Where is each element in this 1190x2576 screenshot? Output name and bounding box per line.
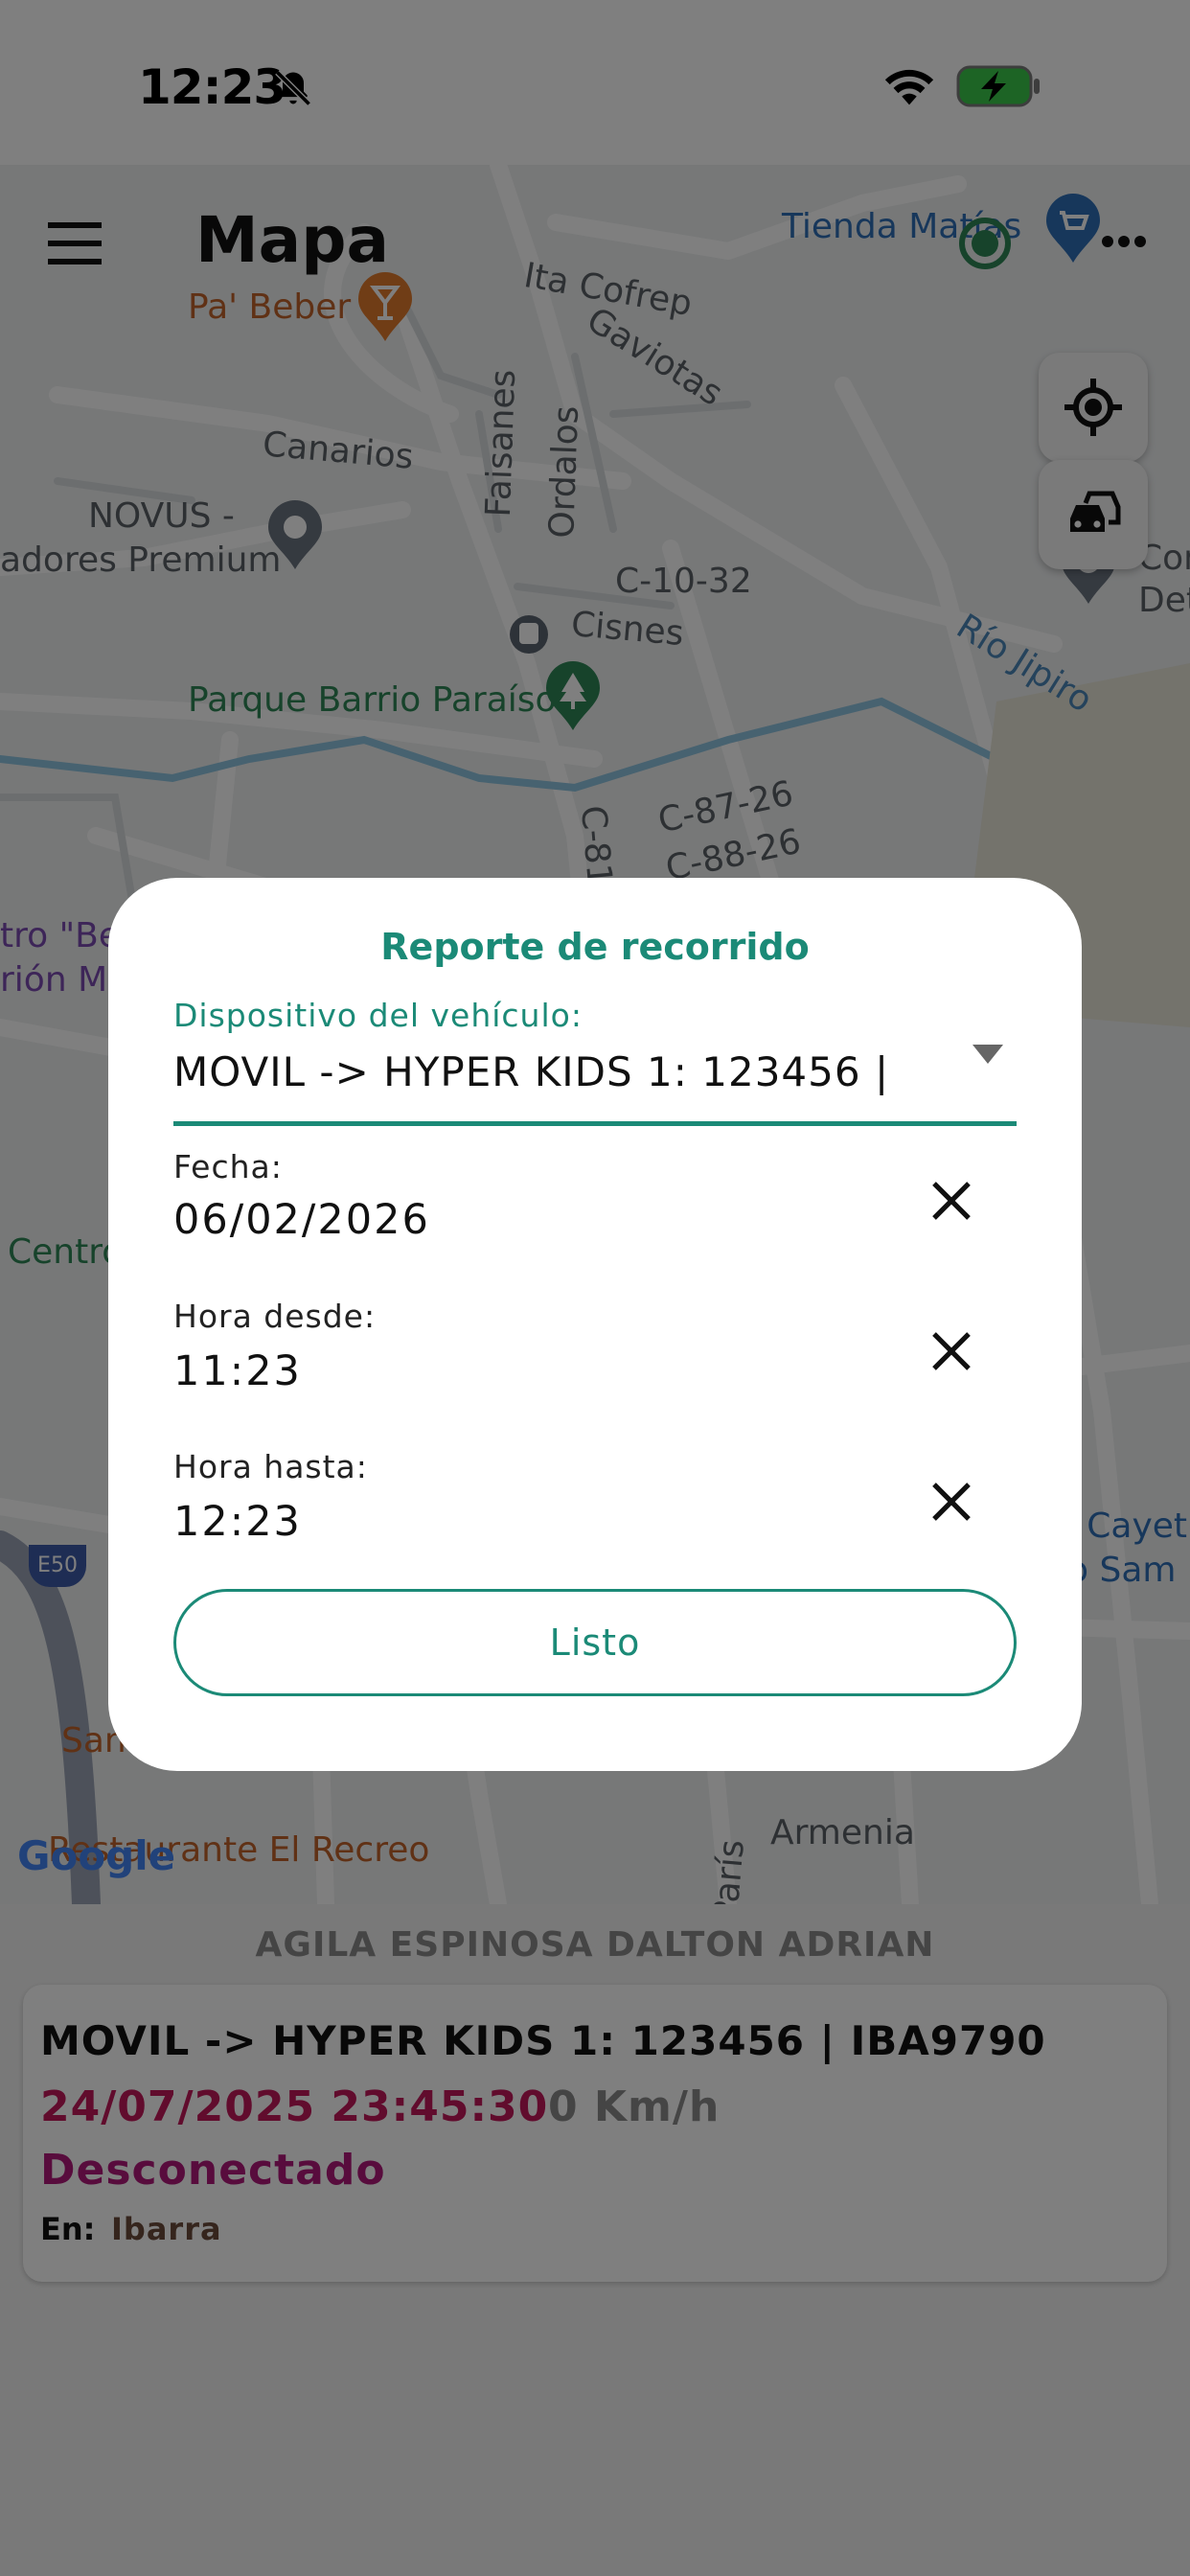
close-icon[interactable] — [928, 1479, 974, 1525]
close-icon[interactable] — [928, 1178, 974, 1224]
dialog-title: Reporte de recorrido — [380, 926, 810, 968]
device-dropdown-label: Dispositivo del vehículo: — [173, 997, 583, 1034]
time-to-label: Hora hasta: — [173, 1448, 368, 1485]
date-field-value[interactable]: 06/02/2026 — [173, 1196, 430, 1244]
device-dropdown-value[interactable]: MOVIL -> HYPER KIDS 1: 123456 | — [173, 1048, 889, 1095]
time-from-value[interactable]: 11:23 — [173, 1347, 302, 1395]
dropdown-arrow-icon[interactable] — [971, 1043, 1005, 1066]
time-to-value[interactable]: 12:23 — [173, 1498, 302, 1546]
date-field-label: Fecha: — [173, 1148, 283, 1185]
time-from-label: Hora desde: — [173, 1298, 377, 1335]
done-button[interactable]: Listo — [173, 1589, 1017, 1696]
close-icon[interactable] — [928, 1328, 974, 1374]
dropdown-underline — [173, 1121, 1017, 1126]
route-report-dialog: Reporte de recorrido Dispositivo del veh… — [108, 878, 1082, 1771]
